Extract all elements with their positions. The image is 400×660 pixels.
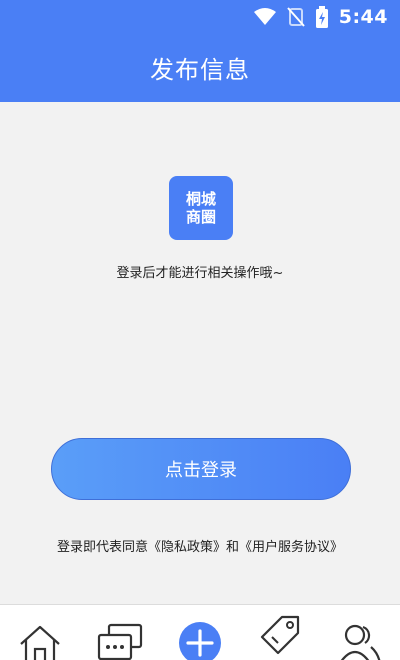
tab-profile[interactable] bbox=[320, 605, 400, 660]
tab-home[interactable] bbox=[0, 605, 80, 660]
tab-tags[interactable] bbox=[240, 605, 320, 660]
terms-of-service-link[interactable]: 《用户服务协议》 bbox=[239, 540, 343, 555]
tag-icon bbox=[260, 615, 300, 655]
no-signal-icon bbox=[286, 7, 305, 27]
agreement-prefix: 登录即代表同意 bbox=[56, 540, 148, 555]
battery-charging-icon bbox=[315, 6, 329, 28]
login-button[interactable]: 点击登录 bbox=[51, 438, 351, 500]
logo-text-line1: 桐城 bbox=[185, 190, 216, 208]
app-header: 5:44 发布信息 bbox=[0, 0, 400, 102]
wifi-icon bbox=[253, 8, 277, 26]
message-icon bbox=[97, 623, 143, 660]
agreement-and: 和 bbox=[226, 540, 240, 555]
privacy-policy-link[interactable]: 《隐私政策》 bbox=[148, 540, 226, 555]
login-prompt: 登录后才能进行相关操作哦~ bbox=[116, 266, 284, 281]
logo-text-line2: 商圈 bbox=[185, 208, 216, 226]
agreement-text: 登录即代表同意《隐私政策》和《用户服务协议》 bbox=[0, 536, 400, 555]
users-icon bbox=[340, 624, 381, 660]
app-logo: 桐城 商圈 bbox=[169, 176, 233, 240]
page-title: 发布信息 bbox=[150, 56, 250, 84]
status-bar: 5:44 bbox=[0, 0, 400, 36]
clock-time: 5:44 bbox=[338, 6, 388, 28]
plus-icon bbox=[179, 622, 221, 660]
login-button-label: 点击登录 bbox=[165, 460, 237, 481]
tab-messages[interactable] bbox=[80, 605, 160, 660]
home-icon bbox=[20, 625, 60, 660]
tab-publish[interactable] bbox=[160, 605, 240, 660]
bottom-tab-bar bbox=[0, 604, 400, 660]
